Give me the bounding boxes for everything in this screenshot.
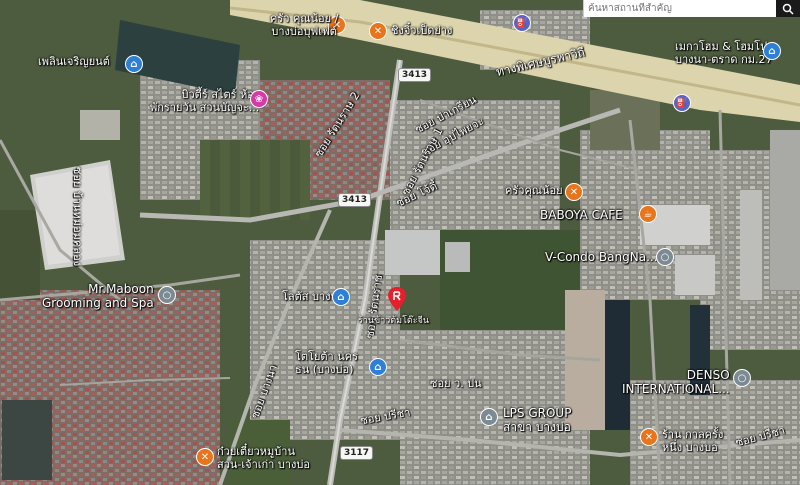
poi-krua-khunnoi[interactable]: ครัว คุณน้อย / บางบ่อบุฟเฟต์ bbox=[270, 12, 338, 38]
shopping-bag-icon[interactable]: ⌂ bbox=[369, 358, 387, 376]
satellite-map[interactable]: 3413 3413 3117 ทางพิเศษบูรพาวิถี ✕ ครัว … bbox=[0, 0, 800, 485]
poi-vcondo[interactable]: V-Condo BangNa... bbox=[545, 250, 658, 264]
route-shield-3117: 3117 bbox=[340, 446, 374, 460]
poi-kuaytiew[interactable]: ก๋วยเตี๋ยวหมูบ้าน สวน-เจ้าเก่า บางบ่อ bbox=[217, 445, 310, 471]
search-icon bbox=[782, 3, 794, 15]
road-soi-bannomthumkhlong: ซอย บ้านหม่อมคลอง bbox=[71, 166, 85, 267]
place-icon[interactable]: ○ bbox=[733, 369, 751, 387]
search-button[interactable] bbox=[776, 0, 800, 17]
search-box[interactable] bbox=[583, 0, 800, 17]
search-input[interactable] bbox=[584, 3, 772, 14]
selected-location-marker-icon[interactable] bbox=[388, 287, 406, 315]
poi-toyota[interactable]: โตโยต้า นคร ธน (บางบ่อ) bbox=[295, 350, 358, 376]
route-shield-3413: 3413 bbox=[398, 68, 432, 82]
poi-ruan-kuay[interactable]: ร้าน กาลครั้ง หนึ่ง บางบอ bbox=[662, 428, 723, 454]
utensils-icon[interactable]: ✕ bbox=[369, 22, 387, 40]
shopping-bag-icon[interactable]: ⌂ bbox=[125, 55, 143, 73]
bank-icon[interactable]: ⌂ bbox=[480, 408, 498, 426]
road-soi-wapon: ซอย ว. ปน bbox=[430, 377, 482, 390]
poi-krua-khunnoi-2[interactable]: ครัวคุณน้อย bbox=[505, 184, 563, 197]
utensils-icon[interactable]: ✕ bbox=[565, 183, 583, 201]
shopping-bag-icon[interactable]: ⌂ bbox=[763, 42, 781, 60]
shopping-bag-icon[interactable]: ⌂ bbox=[332, 288, 350, 306]
beauty-icon[interactable]: ❀ bbox=[250, 90, 268, 108]
poi-mrmaboon[interactable]: Mr.Maboon Grooming and Spa bbox=[42, 282, 154, 310]
place-icon[interactable]: ○ bbox=[158, 286, 176, 304]
poi-baboya-cafe[interactable]: BABOYA CAFE bbox=[540, 208, 623, 222]
place-icon[interactable]: ○ bbox=[656, 248, 674, 266]
coffee-cup-icon[interactable]: ☕ bbox=[639, 205, 657, 223]
utensils-icon[interactable]: ✕ bbox=[640, 428, 658, 446]
utensils-icon[interactable]: ✕ bbox=[196, 448, 214, 466]
poi-denso[interactable]: DENSO INTERNATIONAL... bbox=[622, 368, 730, 396]
gas-station-icon[interactable]: ⛽ bbox=[673, 94, 691, 112]
poi-ching-chiu[interactable]: ชิงจิ๋วเป็ดย่าง bbox=[391, 24, 452, 37]
marker-label: ร้านข้าวต้มโต๊ะจีน bbox=[358, 316, 430, 326]
poi-megahome[interactable]: เมกาโฮม & โฮมโปร บางนา-ตราด กม.27 bbox=[675, 40, 773, 66]
poi-lps-group[interactable]: LPS GROUP สาขา บางบ่อ bbox=[503, 406, 571, 434]
route-shield-3413-south: 3413 bbox=[338, 193, 372, 207]
gas-station-icon[interactable]: ⛽ bbox=[513, 14, 531, 32]
poi-plern[interactable]: เพลินเจริญยนต์ bbox=[38, 55, 110, 68]
poi-beauty-style[interactable]: บิวตี้ร์ สไตร์ ห้อง พักรายวัน สวนบัญจะ..… bbox=[150, 88, 259, 114]
